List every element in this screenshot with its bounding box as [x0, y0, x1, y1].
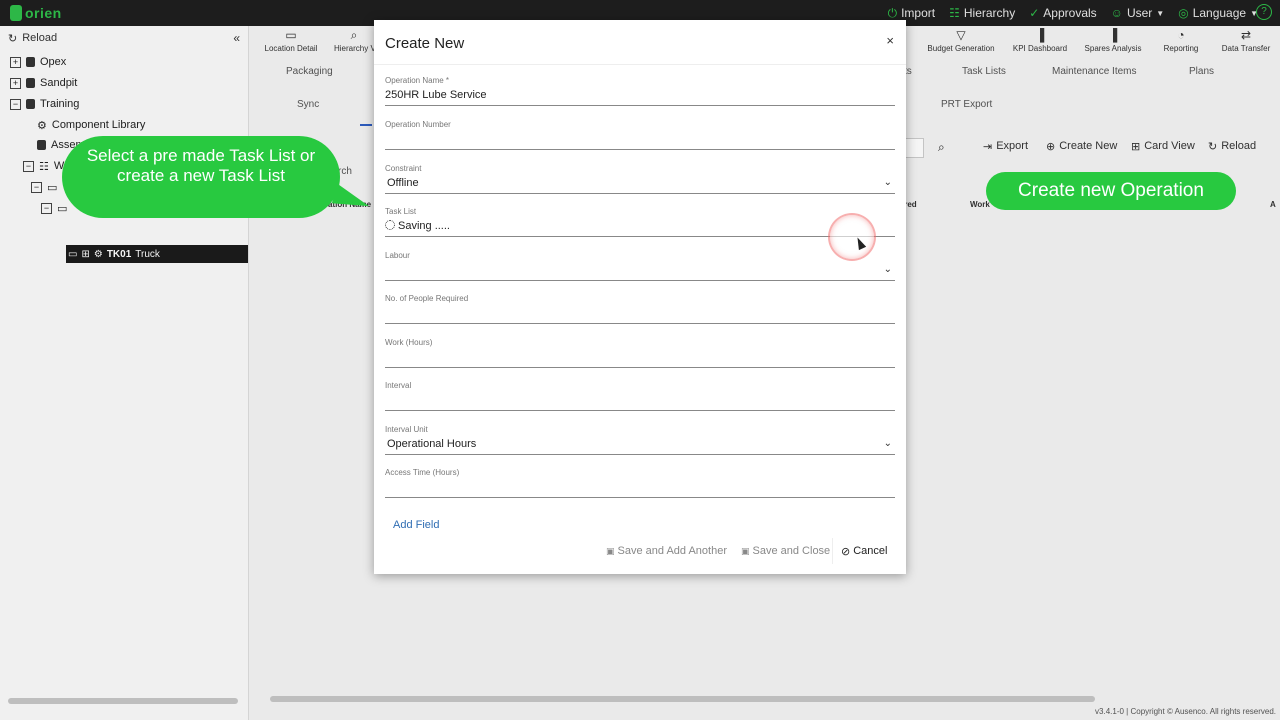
field-label: Operation Number: [385, 120, 451, 129]
people-required-input[interactable]: [385, 305, 875, 321]
field-underline: [385, 323, 895, 324]
field-underline: [385, 193, 895, 194]
work-hours-field[interactable]: Work (Hours): [385, 338, 895, 378]
field-underline: [385, 367, 895, 368]
task-list-field[interactable]: Task List Saving .....: [385, 207, 895, 247]
interval-field[interactable]: Interval: [385, 381, 895, 421]
chevron-down-icon[interactable]: ⌄: [884, 264, 892, 275]
field-underline: [385, 105, 895, 106]
close-icon[interactable]: ×: [886, 33, 894, 48]
field-label: No. of People Required: [385, 294, 469, 303]
save-and-add-another-button[interactable]: ▣ Save and Add Another: [606, 543, 727, 559]
save-icon: ▣: [606, 545, 615, 556]
save-icon: ▣: [741, 545, 750, 556]
click-indicator: [830, 215, 874, 259]
field-underline: [385, 410, 895, 411]
field-underline: [385, 280, 895, 281]
field-underline: [385, 454, 895, 455]
field-underline: [385, 497, 895, 498]
field-label: Access Time (Hours): [385, 468, 460, 477]
interval-input[interactable]: [385, 392, 875, 408]
interval-unit-field[interactable]: Interval Unit Operational Hours ⌄: [385, 425, 895, 465]
labour-field[interactable]: Labour ⌄: [385, 251, 895, 291]
spinner-icon: [385, 220, 395, 230]
dialog-title: Create New: [385, 35, 465, 52]
operation-name-input[interactable]: 250HR Lube Service: [385, 87, 875, 103]
field-label: Operation Name *: [385, 76, 450, 85]
access-time-field[interactable]: Access Time (Hours): [385, 468, 895, 508]
operation-number-input[interactable]: [385, 131, 875, 147]
field-label: Task List: [385, 207, 417, 216]
add-field-link[interactable]: Add Field: [393, 519, 439, 531]
save-and-close-button[interactable]: ▣ Save and Close: [741, 543, 830, 559]
dialog-header-divider: [374, 64, 906, 65]
constraint-field[interactable]: Constraint Offline ⌄: [385, 164, 895, 204]
callout-create-operation: Create new Operation: [986, 172, 1236, 210]
task-list-input[interactable]: Saving .....: [385, 218, 875, 234]
interval-unit-select[interactable]: Operational Hours: [387, 436, 877, 452]
field-label: Constraint: [385, 164, 422, 173]
operation-name-field[interactable]: Operation Name * 250HR Lube Service: [385, 76, 895, 116]
task-list-status: Saving .....: [398, 220, 450, 232]
labour-select[interactable]: [387, 262, 877, 278]
people-required-field[interactable]: No. of People Required: [385, 294, 895, 334]
button-divider: [832, 538, 833, 564]
access-time-input[interactable]: [385, 479, 875, 495]
create-new-dialog: Create New × Operation Name * 250HR Lube…: [374, 20, 906, 574]
cancel-button[interactable]: ⊘ Cancel: [841, 543, 887, 559]
field-label: Interval: [385, 381, 412, 390]
callout-task-list: Select a pre made Task List or create a …: [62, 136, 340, 218]
operation-number-field[interactable]: Operation Number: [385, 120, 895, 160]
ban-icon: ⊘: [841, 545, 851, 558]
field-label: Work (Hours): [385, 338, 433, 347]
chevron-down-icon[interactable]: ⌄: [884, 177, 892, 188]
field-underline: [385, 149, 895, 150]
work-hours-input[interactable]: [385, 349, 875, 365]
constraint-select[interactable]: Offline: [387, 175, 877, 191]
field-label: Interval Unit: [385, 425, 428, 434]
field-underline: [385, 236, 895, 237]
chevron-down-icon[interactable]: ⌄: [884, 438, 892, 449]
field-label: Labour: [385, 251, 410, 260]
